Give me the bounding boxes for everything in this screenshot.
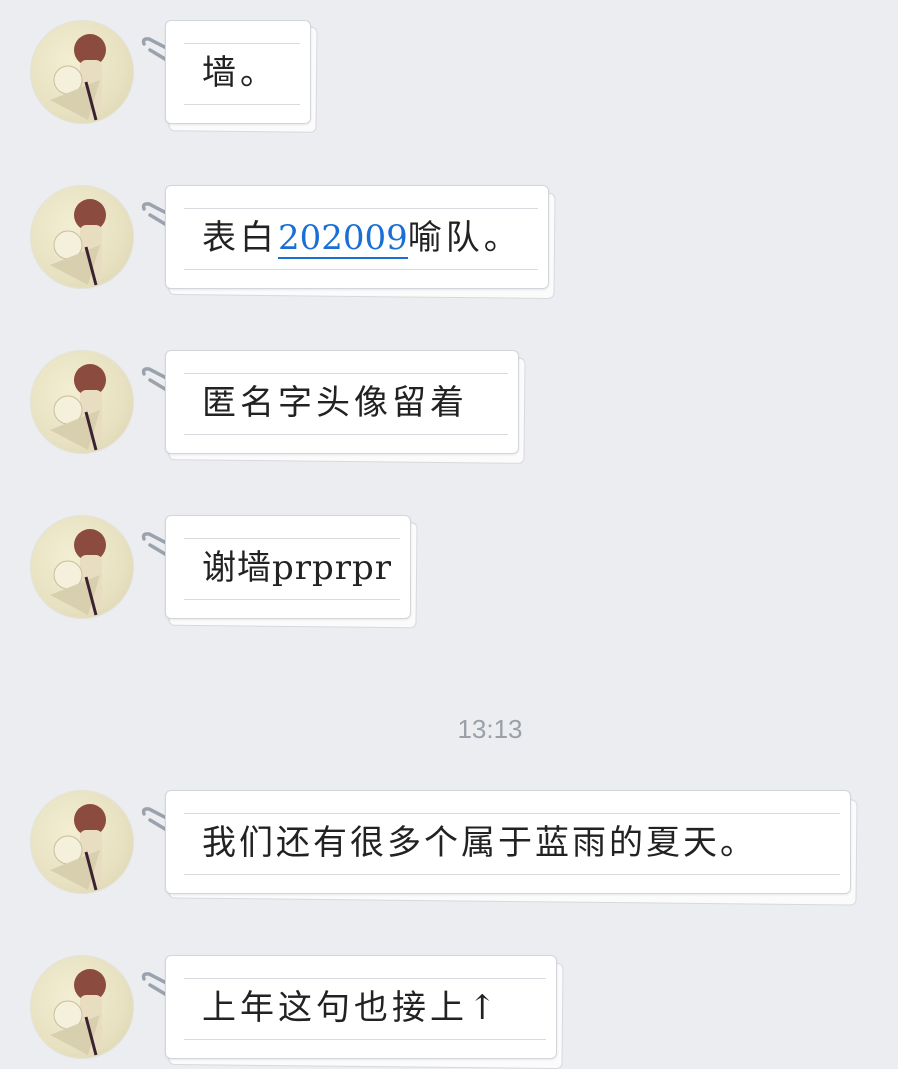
avatar[interactable]	[30, 790, 134, 894]
timestamp: 13:13	[457, 714, 523, 744]
avatar-illustration-icon	[50, 34, 106, 121]
message-text: 谢墙prprpr	[202, 548, 393, 588]
avatar-illustration-icon	[50, 804, 106, 891]
message-link[interactable]: 202009	[278, 221, 408, 259]
avatar[interactable]	[30, 955, 134, 1059]
avatar[interactable]	[30, 350, 134, 454]
avatar[interactable]	[30, 185, 134, 289]
message-text: 匿名字头像留着	[202, 383, 468, 423]
chat-area: 墙。 表白202009喻队。 匿名字头像留着 谢墙prprpr 13:13 我们…	[0, 0, 898, 1069]
message-bubble[interactable]: 表白202009喻队。	[165, 185, 556, 300]
message-bubble[interactable]: 我们还有很多个属于蓝雨的夏天。	[165, 790, 858, 906]
avatar[interactable]	[30, 515, 134, 619]
avatar-illustration-icon	[50, 529, 106, 616]
message-bubble[interactable]: 墙。	[165, 20, 318, 133]
avatar[interactable]	[30, 20, 134, 124]
message-text: 表白202009喻队。	[202, 186, 522, 288]
message-bubble[interactable]: 上年这句也接上↑	[165, 955, 564, 1069]
avatar-illustration-icon	[50, 969, 106, 1056]
avatar-illustration-icon	[50, 199, 106, 286]
message-bubble[interactable]: 匿名字头像留着	[165, 350, 526, 464]
message-text-after: 喻队。	[407, 218, 522, 258]
message-text: 墙。	[202, 53, 278, 93]
message-text: 我们还有很多个属于蓝雨的夏天。	[202, 823, 757, 863]
avatar-illustration-icon	[50, 364, 106, 451]
message-text: 上年这句也接上↑	[202, 988, 501, 1028]
message-text-before: 表白	[202, 218, 278, 258]
message-bubble[interactable]: 谢墙prprpr	[165, 515, 418, 629]
